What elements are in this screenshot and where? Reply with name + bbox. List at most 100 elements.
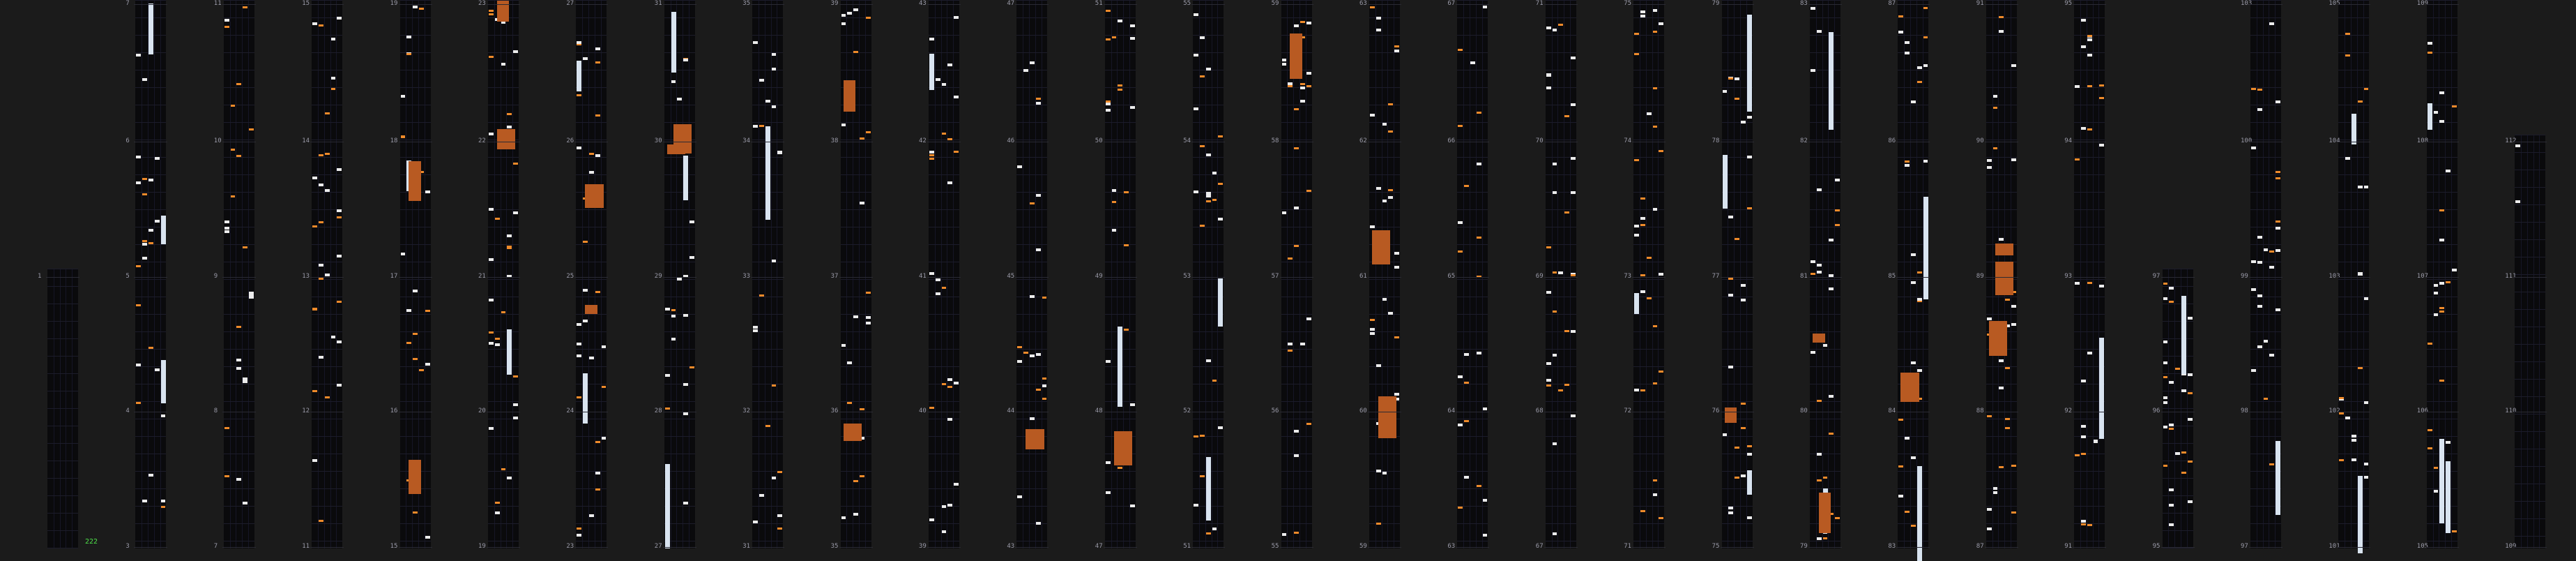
measure-line bbox=[1015, 4, 1049, 5]
chart-column[interactable] bbox=[1457, 0, 1488, 548]
beat-gridline bbox=[840, 349, 871, 350]
chart-column[interactable] bbox=[47, 269, 78, 548]
measure-number: 95 bbox=[2064, 0, 2073, 7]
chart-column[interactable] bbox=[1016, 0, 1048, 548]
tap-note bbox=[941, 82, 947, 86]
orange-note bbox=[929, 154, 934, 157]
beat-gridline bbox=[1986, 192, 2017, 193]
measure-number: 7 bbox=[213, 543, 218, 550]
beat-gridline bbox=[1898, 0, 1929, 1]
chart-column[interactable] bbox=[1810, 0, 1840, 548]
tap-note bbox=[1306, 317, 1311, 320]
beat-gridline bbox=[576, 314, 607, 315]
tap-note bbox=[1105, 461, 1111, 464]
tap-note bbox=[1634, 388, 1639, 391]
chart-column[interactable] bbox=[752, 0, 784, 548]
chart-column[interactable] bbox=[2250, 0, 2281, 548]
chart-timeline-view[interactable]: 222 1 7 6 5 4 3 11 10 9 8 7 15 14 13 12 11 19 18 17 16 15 23 2… bbox=[0, 0, 2576, 561]
chart-column[interactable] bbox=[399, 0, 431, 548]
tap-note bbox=[2080, 45, 2086, 49]
beat-gridline bbox=[488, 314, 519, 315]
chart-column[interactable] bbox=[223, 0, 254, 548]
beat-gridline bbox=[1193, 17, 1224, 18]
tap-note bbox=[2011, 304, 2016, 308]
chart-column[interactable] bbox=[2338, 0, 2370, 553]
beat-gridline bbox=[1457, 209, 1488, 210]
tap-note bbox=[413, 289, 418, 292]
lane-divider bbox=[1992, 0, 1993, 548]
chart-column[interactable] bbox=[1633, 0, 1665, 548]
measure-number: 76 bbox=[1712, 407, 1720, 414]
beat-gridline bbox=[1986, 523, 2017, 524]
measure-number: 24 bbox=[566, 407, 574, 414]
measure-number: 47 bbox=[1007, 0, 1015, 7]
beat-gridline bbox=[1193, 174, 1224, 175]
tap-note bbox=[1646, 112, 1652, 116]
measure-line bbox=[2073, 4, 2107, 5]
orange-note bbox=[865, 130, 871, 133]
orange-note bbox=[494, 337, 500, 340]
tap-note bbox=[1746, 156, 1752, 159]
beat-gridline bbox=[1369, 174, 1400, 175]
lane-divider bbox=[2080, 0, 2081, 548]
chart-column[interactable] bbox=[664, 0, 695, 548]
beat-gridline bbox=[1898, 314, 1929, 315]
orange-note bbox=[1300, 82, 1305, 85]
lane-divider bbox=[1198, 0, 1200, 548]
beat-gridline bbox=[2162, 478, 2193, 479]
measure-number: 40 bbox=[919, 407, 927, 414]
orange-note bbox=[324, 112, 330, 114]
chart-column[interactable] bbox=[929, 0, 959, 548]
chart-column[interactable] bbox=[1986, 0, 2017, 548]
chart-column[interactable] bbox=[1193, 0, 1224, 548]
beat-gridline bbox=[1193, 523, 1224, 524]
measure-line bbox=[2073, 277, 2107, 278]
chart-column[interactable] bbox=[1545, 0, 1576, 548]
chart-column[interactable] bbox=[2074, 0, 2105, 548]
lane-divider bbox=[600, 0, 602, 548]
beat-gridline bbox=[1898, 122, 1929, 123]
chart-column[interactable] bbox=[2515, 135, 2546, 548]
chart-column[interactable] bbox=[2426, 0, 2457, 548]
tap-note bbox=[1905, 41, 1910, 45]
chart-column[interactable] bbox=[135, 0, 167, 548]
orange-note bbox=[1199, 435, 1205, 437]
measure-number: 50 bbox=[1095, 137, 1103, 144]
measure-line bbox=[134, 547, 168, 548]
beat-gridline bbox=[576, 523, 607, 524]
beat-gridline bbox=[223, 523, 254, 524]
beat-gridline bbox=[223, 0, 254, 1]
chart-column[interactable] bbox=[840, 0, 871, 548]
chart-column[interactable] bbox=[1104, 0, 1136, 548]
tap-note bbox=[154, 368, 160, 372]
tap-note bbox=[853, 315, 858, 319]
tap-note bbox=[1898, 495, 1904, 498]
chart-column[interactable] bbox=[576, 0, 607, 548]
chart-column[interactable] bbox=[2162, 269, 2193, 548]
tap-note bbox=[236, 358, 242, 361]
orange-note bbox=[148, 347, 153, 350]
beat-gridline bbox=[223, 244, 254, 245]
tap-note bbox=[2163, 426, 2168, 429]
chart-column[interactable] bbox=[1281, 0, 1312, 548]
beat-gridline bbox=[1545, 52, 1576, 53]
orange-note bbox=[406, 53, 412, 56]
chart-column[interactable] bbox=[488, 0, 519, 548]
lane-divider bbox=[1910, 0, 1911, 548]
chart-column[interactable] bbox=[1721, 0, 1753, 548]
orange-note bbox=[230, 105, 236, 107]
beat-gridline bbox=[1369, 506, 1400, 507]
measure-number: 28 bbox=[654, 407, 662, 414]
beat-gridline bbox=[399, 523, 431, 524]
hold-bar bbox=[2439, 438, 2445, 523]
chart-column[interactable] bbox=[1369, 0, 1400, 548]
tap-note bbox=[337, 168, 342, 172]
beat-gridline bbox=[1457, 349, 1488, 350]
chart-column[interactable] bbox=[1898, 0, 1929, 561]
measure-number: 7 bbox=[125, 0, 130, 7]
tap-note bbox=[1294, 24, 1299, 28]
chart-column[interactable] bbox=[312, 0, 343, 548]
beat-gridline bbox=[2250, 122, 2281, 123]
orange-note bbox=[224, 25, 229, 28]
block-note bbox=[1995, 244, 2013, 255]
